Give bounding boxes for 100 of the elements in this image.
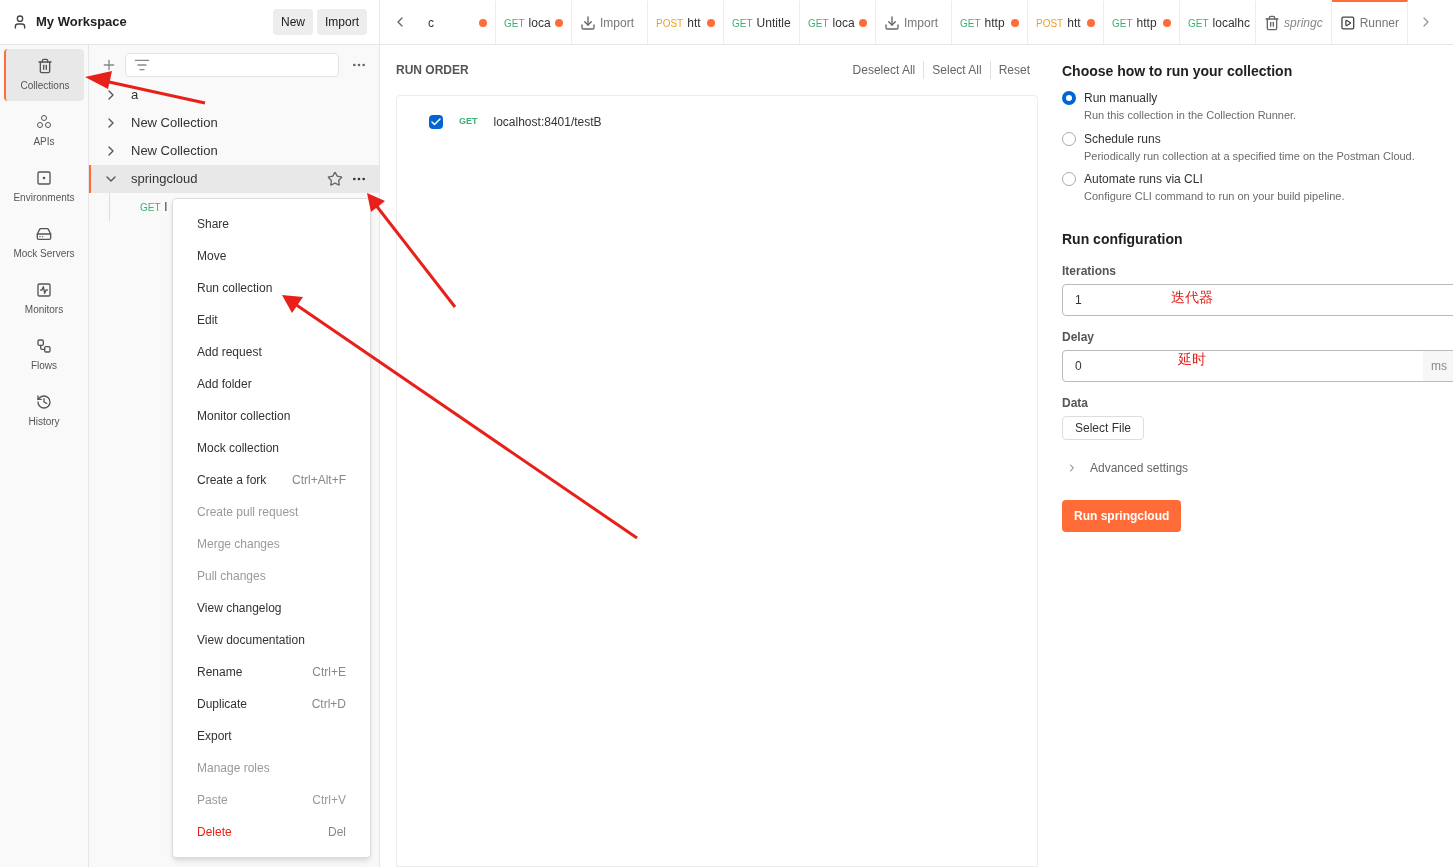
menu-item[interactable]: Add request bbox=[173, 336, 370, 368]
tab-label: springc bbox=[1284, 15, 1323, 32]
method-label: POST bbox=[1036, 16, 1064, 31]
request-tab[interactable]: Import bbox=[876, 0, 952, 44]
menu-item[interactable]: Rename Ctrl+E bbox=[173, 656, 370, 688]
sidebar-nav-item[interactable]: Mock Servers bbox=[4, 217, 84, 269]
request-tab[interactable]: c bbox=[420, 0, 496, 44]
menu-item[interactable]: View documentation bbox=[173, 624, 370, 656]
filter-field[interactable] bbox=[125, 53, 339, 77]
select-file-button[interactable]: Select File bbox=[1062, 415, 1145, 440]
collection-label: New Collection bbox=[131, 114, 219, 133]
request-tab[interactable]: GET loca bbox=[496, 0, 572, 44]
sidebar-nav-item[interactable]: APIs bbox=[4, 105, 84, 157]
workspace-title[interactable]: My Workspace bbox=[36, 12, 269, 32]
flow-icon bbox=[36, 337, 52, 354]
method-label: GET bbox=[808, 16, 829, 31]
unit-label: ms bbox=[1423, 350, 1453, 381]
menu-item[interactable]: Monitor collection bbox=[173, 400, 370, 432]
request-tab[interactable]: POST htt bbox=[648, 0, 724, 44]
shortcut-label: Del bbox=[328, 824, 346, 841]
menu-item[interactable]: Duplicate Ctrl+D bbox=[173, 688, 370, 720]
user-icon bbox=[12, 14, 28, 30]
request-tab[interactable]: GET localhc bbox=[1180, 0, 1256, 44]
request-tab[interactable]: GET http bbox=[952, 0, 1028, 44]
request-tab[interactable]: POST htt bbox=[1028, 0, 1104, 44]
sidebar-nav-item[interactable]: Monitors bbox=[4, 273, 84, 325]
run-order-action[interactable]: Select All bbox=[923, 61, 990, 79]
tab-label: Import bbox=[904, 15, 938, 32]
annotation-text: 延时 bbox=[1178, 350, 1206, 369]
header-button[interactable]: Import bbox=[317, 9, 367, 35]
menu-item[interactable]: Add folder bbox=[173, 368, 370, 400]
bin-icon bbox=[1264, 15, 1280, 31]
collection-label: springcloud bbox=[131, 170, 199, 189]
request-url: localhost:8401/testB bbox=[493, 114, 602, 131]
method-label: GET bbox=[732, 16, 753, 31]
menu-item[interactable]: View changelog bbox=[173, 592, 370, 624]
method-label: POST bbox=[656, 16, 684, 31]
sidebar-nav-item[interactable]: History bbox=[4, 385, 84, 437]
section-title: RUN ORDER bbox=[396, 62, 470, 79]
collection-label: New Collection bbox=[131, 142, 219, 161]
menu-item[interactable]: Create a fork Ctrl+Alt+F bbox=[173, 464, 370, 496]
bin-icon bbox=[37, 57, 53, 74]
request-tab[interactable]: GET Untitle bbox=[724, 0, 800, 44]
collection-item[interactable]: a bbox=[89, 81, 379, 109]
shortcut-label: Ctrl+Alt+F bbox=[292, 472, 346, 489]
tab-label: loca bbox=[832, 15, 855, 32]
menu-item[interactable]: Delete Del bbox=[173, 816, 370, 848]
tab-label: http bbox=[1136, 15, 1157, 32]
advanced-settings-toggle[interactable]: Advanced settings bbox=[1090, 458, 1189, 477]
run-order-action[interactable]: Reset bbox=[989, 61, 1038, 79]
menu-item[interactable]: Export bbox=[173, 720, 370, 752]
field-label: Iterations bbox=[1062, 262, 1117, 280]
request-tab[interactable]: GET loca bbox=[800, 0, 876, 44]
filter-icon bbox=[134, 57, 150, 73]
header-button[interactable]: New bbox=[272, 9, 313, 35]
request-tab[interactable]: Import bbox=[572, 0, 648, 44]
method-label: GET bbox=[1188, 16, 1209, 31]
collection-item[interactable]: New Collection bbox=[89, 109, 379, 137]
run-order-action[interactable]: Deselect All bbox=[844, 61, 924, 79]
request-label[interactable]: l bbox=[164, 198, 168, 216]
star-icon[interactable] bbox=[327, 171, 343, 187]
radio-label[interactable]: Schedule runs bbox=[1084, 129, 1161, 148]
request-tab[interactable]: Runner bbox=[1332, 0, 1408, 44]
iterations-field[interactable]: 1 迭代器 bbox=[1062, 283, 1453, 316]
import-icon bbox=[884, 15, 900, 31]
sidebar-nav-item[interactable]: Collections bbox=[4, 49, 84, 101]
field-label: Data bbox=[1062, 394, 1089, 412]
sidebar-nav-item[interactable]: Flows bbox=[4, 329, 84, 381]
option-description: Run this collection in the Collection Runner. bbox=[1084, 108, 1298, 123]
shortcut-label: Ctrl+V bbox=[312, 792, 346, 809]
menu-item[interactable]: Share bbox=[173, 208, 370, 240]
delay-field[interactable]: 0 延时 ms bbox=[1062, 349, 1453, 382]
checkbox[interactable] bbox=[429, 115, 443, 129]
collection-item[interactable]: New Collection bbox=[89, 137, 379, 165]
field-label: Delay bbox=[1062, 328, 1096, 346]
tab-label: localhc bbox=[1212, 15, 1250, 32]
tab-label: Untitle bbox=[756, 15, 791, 32]
menu-item[interactable]: Mock collection bbox=[173, 432, 370, 464]
radio-label[interactable]: Run manually bbox=[1084, 89, 1158, 107]
tab-label: loca bbox=[528, 15, 551, 32]
option-description: Periodically run collection at a specified time on the Postman Cloud. bbox=[1084, 148, 1416, 164]
server-icon bbox=[36, 225, 52, 242]
config-title: Choose how to run your collection bbox=[1062, 62, 1294, 81]
tab-label: htt bbox=[687, 15, 701, 32]
circles-icon bbox=[36, 113, 52, 130]
add-icon[interactable] bbox=[101, 57, 117, 73]
shortcut-label: Ctrl+D bbox=[311, 696, 346, 713]
tab-label: Runner bbox=[1359, 15, 1399, 32]
radio-label[interactable]: Automate runs via CLI bbox=[1084, 170, 1203, 188]
request-tab[interactable]: GET http bbox=[1104, 0, 1180, 44]
option-description: Configure CLI command to run on your build pipeline. bbox=[1084, 189, 1346, 204]
sidebar-nav-item[interactable]: Environments bbox=[4, 161, 84, 213]
method-label: GET bbox=[960, 16, 981, 31]
method-label: GET bbox=[140, 200, 161, 215]
shortcut-label: Ctrl+E bbox=[312, 664, 346, 681]
menu-item[interactable]: Move bbox=[173, 240, 370, 272]
menu-item[interactable]: Run collection bbox=[173, 272, 370, 304]
menu-item[interactable]: Edit bbox=[173, 304, 370, 336]
radio-button[interactable] bbox=[1062, 91, 1076, 105]
collection-item[interactable]: springcloud bbox=[89, 165, 379, 193]
